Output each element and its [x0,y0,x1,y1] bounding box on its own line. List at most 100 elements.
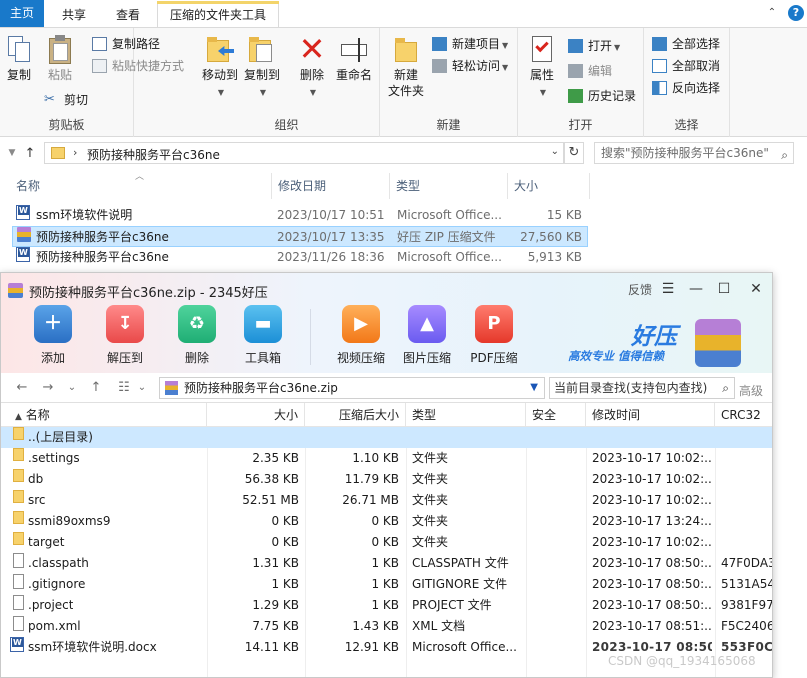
extract-to-button[interactable]: ↧ 解压到 [94,305,156,366]
select-none-icon [652,59,667,73]
forward-arrow-icon[interactable]: → [41,380,55,395]
up-arrow-icon[interactable]: ↑ [22,146,38,161]
chevron-down-icon[interactable]: ⌄ [551,146,559,157]
file-row-selected[interactable]: 预防接种服务平台c36ne 2023/10/17 13:35 好压 ZIP 压缩… [12,226,588,247]
breadcrumb-chevron-icon[interactable]: › [73,146,77,159]
properties-button[interactable]: 属性 ▼ [524,34,560,101]
archive-path-bar[interactable]: 预防接种服务平台c36ne.zip ▼ [159,377,545,399]
search-icon[interactable]: ⌕ [722,378,729,398]
explorer-address-row: ▼ ↑ › 预防接种服务平台c36ne ⌄ ↻ 搜索"预防接种服务平台c36ne… [0,139,807,169]
select-all-button[interactable]: 全部选择 [652,34,720,54]
view-mode-icon[interactable]: ☷ [117,380,131,395]
folder-icon [13,490,24,503]
copy-to-button[interactable]: 复制到 ▼ [242,34,282,101]
advanced-search-link[interactable]: 高级 [739,382,763,399]
file-row[interactable]: .classpath 1.31 KB 1 KB CLASSPATH 文件 202… [1,553,772,574]
paste-shortcut-button[interactable]: 粘贴快捷方式 [92,56,184,76]
up-arrow-icon[interactable]: ↑ [89,380,103,395]
column-type[interactable]: 类型 [406,403,526,427]
menu-icon[interactable]: ☰ [656,278,680,300]
column-modified[interactable]: 修改时间 [586,403,715,427]
image-compress-button[interactable]: ▲ 图片压缩 [396,305,458,366]
history-dropdown-icon[interactable]: ⌄ [65,382,79,393]
delete-button[interactable]: ♻ 删除 [166,305,228,366]
help-icon[interactable]: ? [788,5,804,21]
watermark: CSDN @qq_1934165068 [608,654,756,668]
open-button[interactable]: 打开 ▼ [568,36,620,56]
column-type[interactable]: 类型 [390,173,508,199]
folder-row[interactable]: target 0 KB 0 KB 文件夹 2023-10-17 10:02:..… [1,532,772,553]
new-folder-icon [392,34,420,64]
entry-packed-size: 0 KB [371,514,399,528]
feedback-link[interactable]: 反馈 [628,281,652,298]
paste-button[interactable]: 粘贴 [42,34,78,83]
ribbon-group-organize: 移动到 ▼ 复制到 ▼ ✕ 删除 ▼ 重命名 组织 [194,28,380,137]
folder-row[interactable]: src 52.51 MB 26.71 MB 文件夹 2023-10-17 10:… [1,490,772,511]
delete-button[interactable]: ✕ 删除 ▼ [294,33,330,101]
paste-shortcut-icon [92,59,107,73]
tab-home[interactable]: 主页 [0,0,44,27]
file-row[interactable]: pom.xml 7.75 KB 1.43 KB XML 文档 2023-10-1… [1,616,773,637]
search-input[interactable]: 搜索"预防接种服务平台c36ne" ⌕ [594,142,794,164]
column-security[interactable]: 安全 [526,403,586,427]
file-row[interactable]: .project 1.29 KB 1 KB PROJECT 文件 2023-10… [1,595,772,616]
new-folder-button[interactable]: 新建 文件夹 [386,34,426,99]
parent-directory-row[interactable]: ..(上层目录) [1,427,772,448]
folder-row[interactable]: db 56.38 KB 11.79 KB 文件夹 2023-10-17 10:0… [1,469,772,490]
move-to-button[interactable]: 移动到 ▼ [200,34,240,101]
toolbox-button[interactable]: ▬ 工具箱 [232,305,294,366]
entry-crc32: F5C2406 [721,619,773,633]
edit-button[interactable]: 编辑 [568,61,612,81]
brand-logo-text: 好压 [631,324,677,350]
minimize-icon[interactable]: — [684,278,708,300]
video-compress-button[interactable]: ▶ 视频压缩 [330,305,392,366]
copy-button[interactable]: 复制 [2,34,36,83]
address-bar[interactable]: › 预防接种服务平台c36ne ⌄ [44,142,564,164]
file-row[interactable]: .gitignore 1 KB 1 KB GITIGNORE 文件 2023-1… [1,574,772,595]
back-arrow-icon[interactable]: ← [15,380,29,395]
file-name: ssm环境软件说明 [36,208,133,222]
file-row[interactable]: 预防接种服务平台c36ne 2023/11/26 18:36 Microsoft… [12,247,588,268]
cut-button[interactable]: ✂ 剪切 [44,90,88,110]
archive-search-input[interactable]: 当前目录查找(支持包内查找) ⌕ [549,377,735,399]
invert-selection-button[interactable]: 反向选择 [652,78,720,98]
column-date[interactable]: 修改日期 [272,173,390,199]
ribbon-group-open: 属性 ▼ 打开 ▼ 编辑 历史记录 打开 [518,28,644,137]
ribbon-group-label: 打开 [568,118,593,132]
refresh-icon[interactable]: ↻ [564,142,584,164]
recent-locations-icon[interactable]: ▼ [4,148,20,158]
folder-row[interactable]: ssmi89oxms9 0 KB 0 KB 文件夹 2023-10-17 13:… [1,511,772,532]
rename-button[interactable]: 重命名 [332,34,376,83]
entry-size: 1 KB [271,577,299,591]
tab-share[interactable]: 共享 [50,3,98,27]
new-item-button[interactable]: 新建项目 ▼ [432,34,508,54]
chevron-down-icon[interactable]: ▼ [530,378,538,398]
select-all-icon [652,37,667,51]
scissors-icon: ✂ [44,92,55,107]
chevron-down-icon[interactable]: ⌄ [135,382,149,393]
close-icon[interactable]: ✕ [744,278,768,300]
entry-type: CLASSPATH 文件 [412,556,509,570]
column-name[interactable]: 名称 [10,173,272,199]
column-size[interactable]: 大小 [508,173,590,199]
tab-compressed-folder-tools[interactable]: 压缩的文件夹工具 [157,1,279,28]
collapse-ribbon-icon[interactable]: ⌃ [764,6,780,20]
pdf-compress-button[interactable]: P PDF压缩 [463,305,525,366]
column-size[interactable]: 大小 [207,403,305,427]
folder-row[interactable]: .settings 2.35 KB 1.10 KB 文件夹 2023-10-17… [1,448,772,469]
history-button[interactable]: 历史记录 [568,86,636,106]
tab-view[interactable]: 查看 [104,3,152,27]
entry-type: 文件夹 [412,514,449,528]
easy-access-button[interactable]: 轻松访问 ▼ [432,56,508,76]
column-packed-size[interactable]: 压缩后大小 [305,403,406,427]
column-crc32[interactable]: CRC32 [715,403,772,427]
file-row[interactable]: ssm环境软件说明 2023/10/17 10:51 Microsoft Off… [12,205,588,226]
copy-path-button[interactable]: 复制路径 [92,34,160,54]
column-name[interactable]: ▲ 名称 [1,403,207,427]
add-button[interactable]: ＋ 添加 [22,305,84,366]
select-none-button[interactable]: 全部取消 [652,56,720,76]
maximize-icon[interactable]: ☐ [712,278,736,300]
file-name: 预防接种服务平台c36ne [36,250,169,264]
breadcrumb-current[interactable]: 预防接种服务平台c36ne [87,146,220,163]
recycle-icon: ♻ [178,305,216,343]
